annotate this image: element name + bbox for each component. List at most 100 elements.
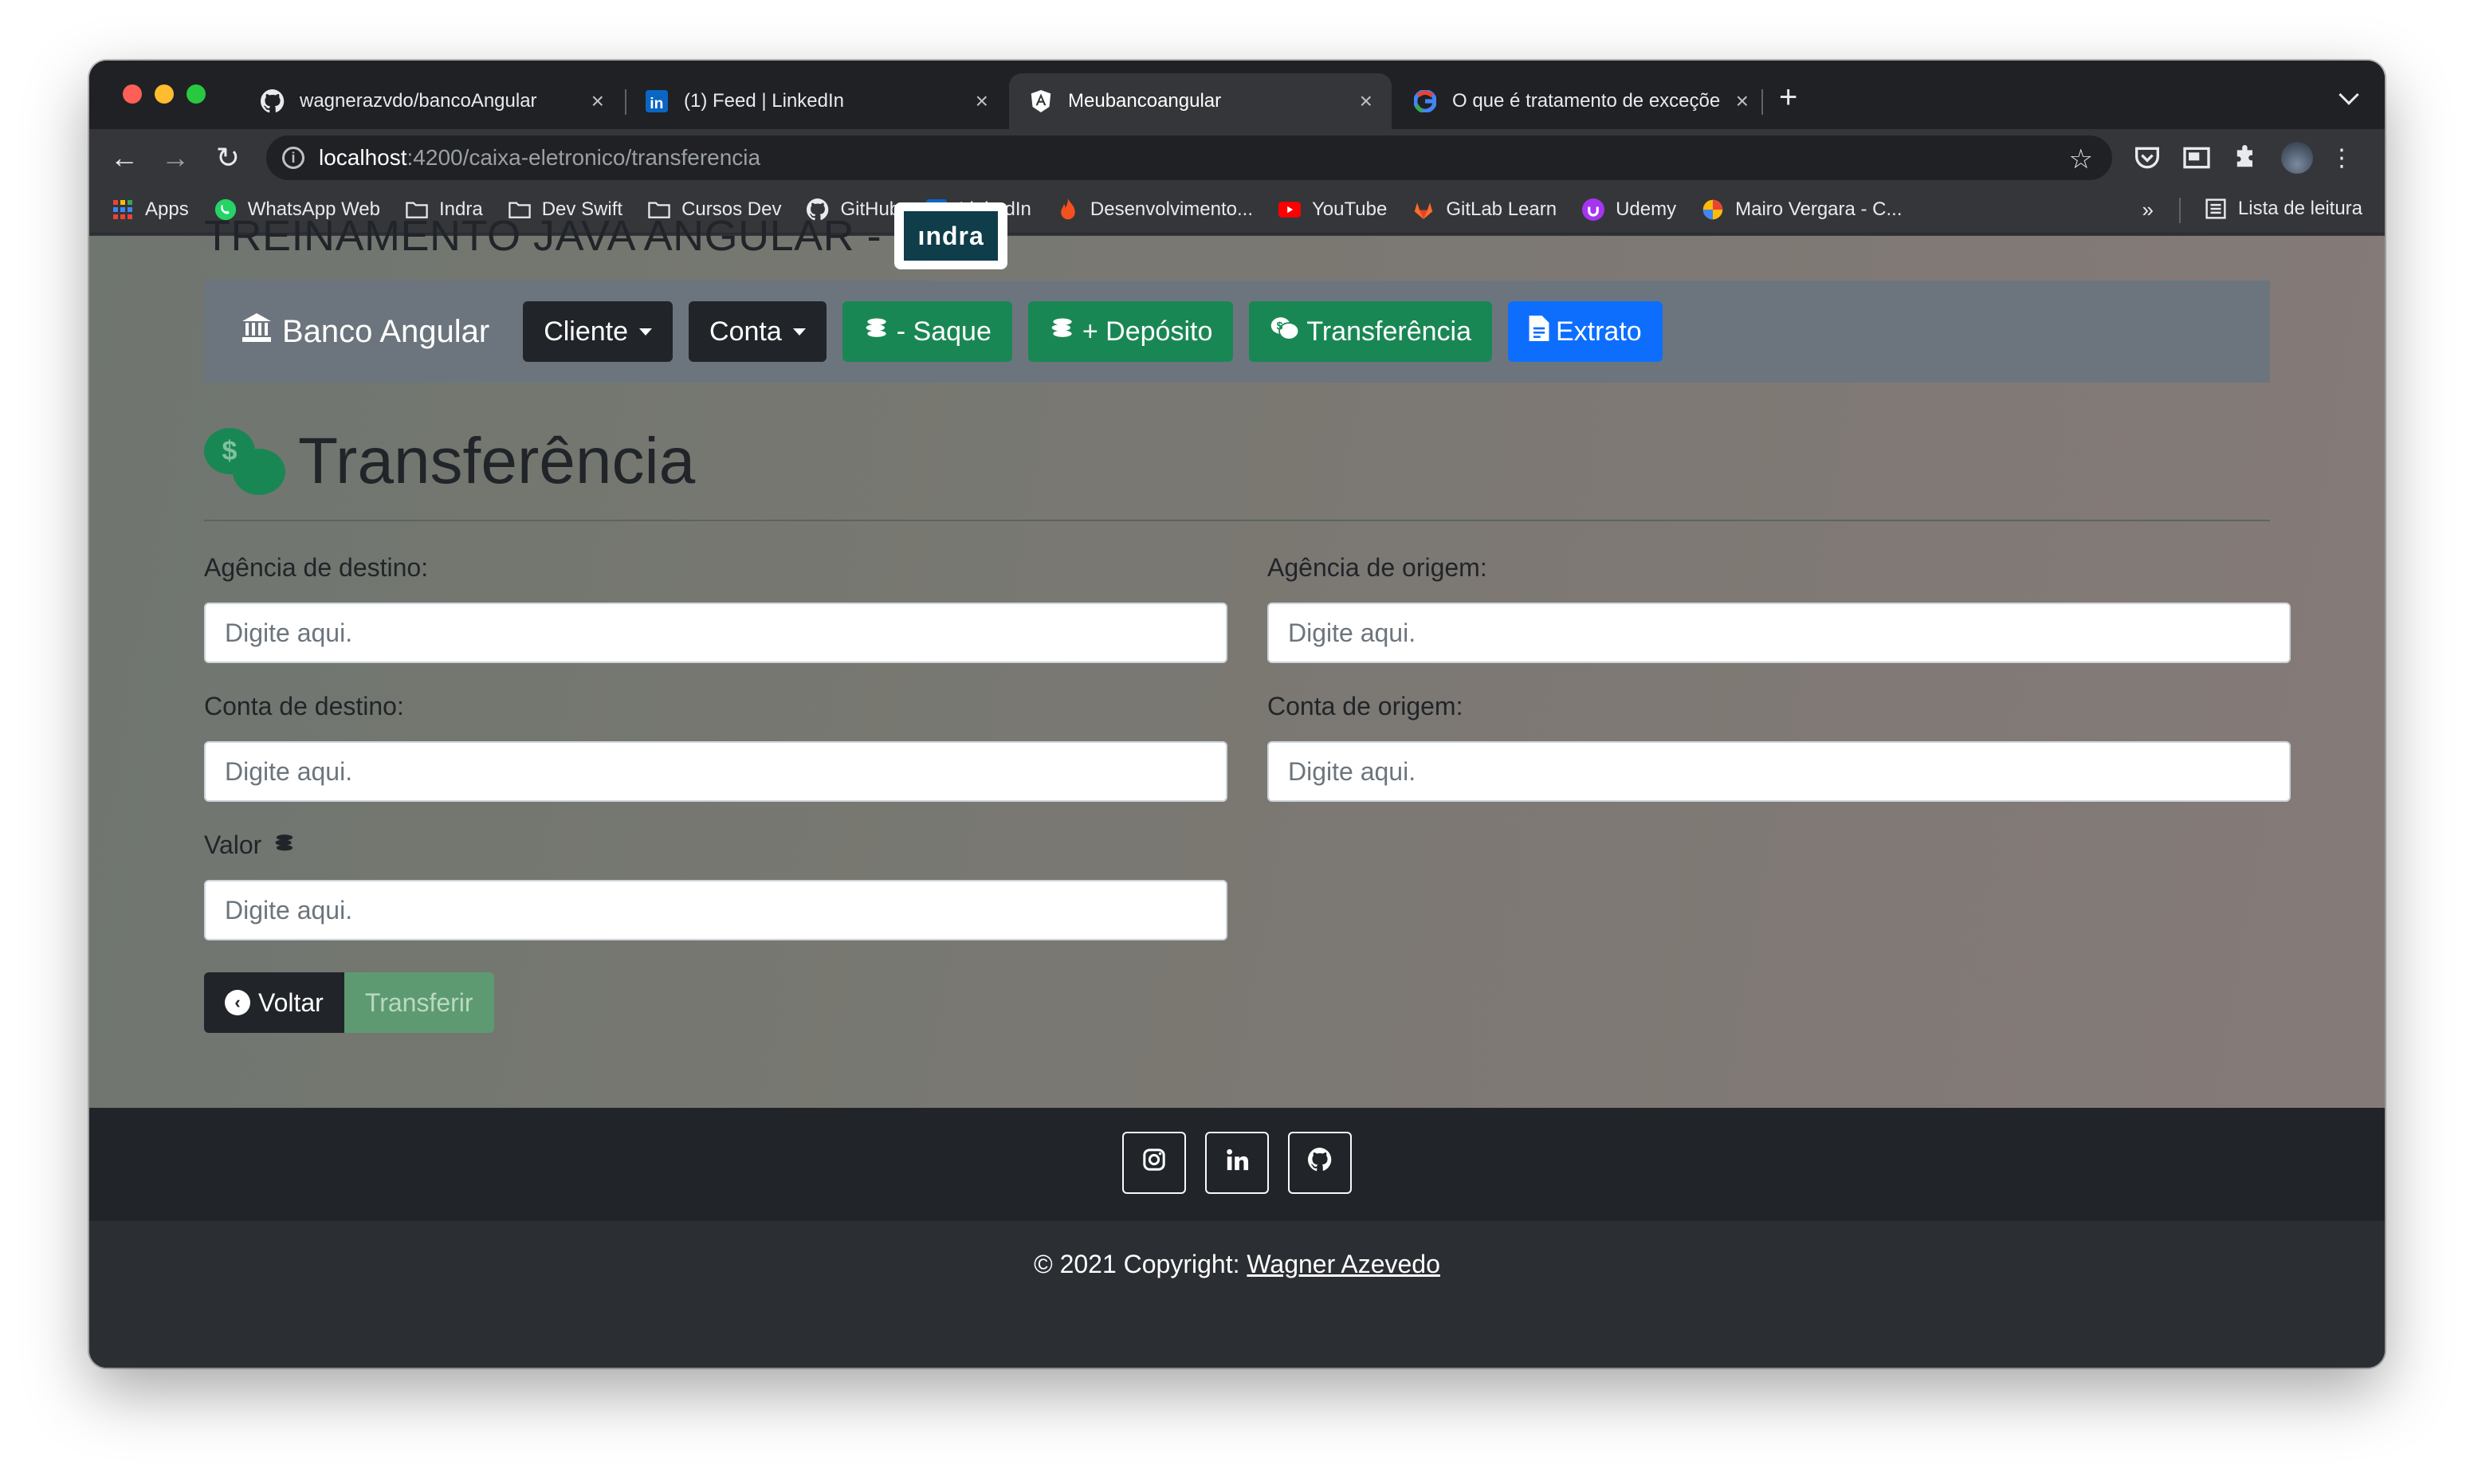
agencia-destino-group: Agência de destino:: [204, 553, 1227, 663]
bookmark-youtube[interactable]: YouTube: [1278, 198, 1387, 221]
close-window-button[interactable]: [123, 84, 142, 104]
close-icon[interactable]: ×: [1736, 88, 1749, 114]
cliente-dropdown-button[interactable]: Cliente: [523, 301, 673, 362]
github-icon: [1307, 1148, 1332, 1178]
reading-list-button[interactable]: Lista de leitura: [2205, 198, 2362, 220]
voltar-button[interactable]: ‹ Voltar: [204, 972, 344, 1033]
back-arrow-icon[interactable]: ←: [107, 140, 142, 175]
udemy-icon: [1582, 198, 1605, 221]
info-icon[interactable]: i: [282, 147, 304, 169]
agencia-destino-input[interactable]: [204, 603, 1227, 663]
conta-dropdown-button[interactable]: Conta: [689, 301, 827, 362]
new-tab-button[interactable]: +: [1779, 80, 1797, 116]
conta-destino-input[interactable]: [204, 741, 1227, 802]
conta-origem-group: Conta de origem:: [1267, 692, 2291, 802]
page-content: TREINAMENTO JAVA ANGULAR - ındra Banco A…: [89, 202, 2385, 1368]
bookmarks-overflow-button[interactable]: »: [2142, 198, 2154, 222]
valor-input[interactable]: [204, 880, 1227, 940]
transferir-button[interactable]: Transferir: [344, 972, 494, 1033]
saque-button[interactable]: - Saque: [842, 301, 1012, 362]
colorful-circle-icon: [1702, 198, 1724, 221]
bookmark-label: Mairo Vergara - C...: [1735, 198, 1903, 220]
conta-label: Conta: [709, 316, 782, 347]
navbar-brand[interactable]: Banco Angular: [241, 312, 489, 351]
conta-destino-group: Conta de destino:: [204, 692, 1227, 802]
bookmark-label: Udemy: [1616, 198, 1677, 220]
apps-grid-icon: [112, 198, 134, 221]
profile-avatar[interactable]: [2281, 142, 2313, 174]
forward-arrow-icon[interactable]: →: [158, 140, 193, 175]
close-icon[interactable]: ×: [591, 88, 604, 114]
pocket-icon[interactable]: [2131, 142, 2163, 174]
linkedin-button[interactable]: [1205, 1132, 1269, 1194]
bookmark-star-icon[interactable]: ☆: [2069, 143, 2093, 175]
bookmark-mairo-vergara[interactable]: Mairo Vergara - C...: [1702, 198, 1903, 221]
tab-strip: wagnerazvdo/bancoAngular × in (1) Feed |…: [89, 61, 2385, 129]
zoom-window-button[interactable]: [187, 84, 206, 104]
caret-down-icon: [792, 328, 806, 336]
bank-icon: [241, 312, 273, 351]
browser-toolbar: ← → ↻ i localhost:4200/caixa-eletronico/…: [89, 129, 2385, 186]
saque-label: - Saque: [896, 316, 992, 347]
url-host: localhost: [319, 145, 407, 170]
form-title-text: Transferência: [298, 425, 696, 497]
kebab-menu-icon[interactable]: ⋮: [2326, 142, 2358, 174]
bookmark-udemy[interactable]: Udemy: [1582, 198, 1676, 221]
reader-mode-icon[interactable]: [2181, 142, 2213, 174]
tab-title: O que é tratamento de exceçõe: [1452, 90, 1721, 112]
navbar-brand-label: Banco Angular: [282, 313, 490, 349]
youtube-icon: [1278, 198, 1301, 221]
caret-down-icon: [639, 328, 653, 336]
tab-search-chevron-icon[interactable]: [2339, 84, 2359, 105]
indra-logo: ındra: [894, 202, 1008, 269]
bookmark-desenvolvimento[interactable]: Desenvolvimento...: [1057, 198, 1253, 221]
google-icon: [1412, 88, 1438, 114]
tab-google[interactable]: O que é tratamento de exceçõe ×: [1393, 73, 1768, 129]
transferir-label: Transferir: [364, 987, 473, 1017]
close-icon[interactable]: ×: [976, 88, 988, 114]
instagram-button[interactable]: [1122, 1132, 1186, 1194]
voltar-label: Voltar: [258, 987, 324, 1017]
extensions-puzzle-icon[interactable]: [2230, 142, 2262, 174]
author-link[interactable]: Wagner Azevedo: [1247, 1250, 1440, 1278]
url-text[interactable]: localhost:4200/caixa-eletronico/transfer…: [319, 145, 760, 171]
title-divider: [204, 520, 2270, 521]
browser-window: wagnerazvdo/bancoAngular × in (1) Feed |…: [89, 61, 2385, 1368]
page-title: TREINAMENTO JAVA ANGULAR -: [204, 212, 882, 260]
file-invoice-icon: [1529, 316, 1549, 347]
cliente-label: Cliente: [544, 316, 629, 347]
chevron-circle-left-icon: ‹: [225, 990, 250, 1015]
github-button[interactable]: [1288, 1132, 1352, 1194]
deposito-button[interactable]: + Depósito: [1027, 301, 1234, 362]
bookmark-gitlab[interactable]: GitLab Learn: [1412, 198, 1557, 221]
tab-meubancoangular[interactable]: Meubancoangular ×: [1009, 73, 1392, 129]
gitlab-icon: [1412, 198, 1435, 221]
flame-icon: [1057, 198, 1079, 221]
instagram-icon: [1142, 1148, 1166, 1178]
address-bar[interactable]: i localhost:4200/caixa-eletronico/transf…: [266, 135, 2112, 180]
navbar: Banco Angular Cliente Conta - Saque + De…: [204, 281, 2270, 383]
bookmark-apps[interactable]: Apps: [112, 198, 189, 221]
deposito-label: + Depósito: [1082, 316, 1213, 347]
tab-separator: [1761, 89, 1763, 115]
agencia-origem-input[interactable]: [1267, 603, 2291, 663]
extrato-label: Extrato: [1555, 316, 1642, 347]
reading-list-label: Lista de leitura: [2237, 198, 2362, 219]
valor-group: Valor: [204, 830, 1227, 940]
speech-bubble: [233, 449, 285, 495]
reload-icon[interactable]: ↻: [210, 140, 245, 175]
page-header: TREINAMENTO JAVA ANGULAR - ındra: [204, 202, 1008, 269]
tab-github[interactable]: wagnerazvdo/bancoAngular ×: [241, 73, 623, 129]
transferencia-button[interactable]: $ Transferência: [1249, 301, 1492, 362]
github-icon: [260, 88, 285, 114]
tab-linkedin[interactable]: in (1) Feed | LinkedIn ×: [625, 73, 1007, 129]
agencia-origem-label: Agência de origem:: [1267, 553, 1487, 582]
minimize-window-button[interactable]: [155, 84, 174, 104]
conta-origem-input[interactable]: [1267, 741, 2291, 802]
footer: © 2021 Copyright: Wagner Azevedo: [89, 1108, 2385, 1368]
copyright-bar: © 2021 Copyright: Wagner Azevedo: [89, 1221, 2385, 1368]
reading-list-icon: [2205, 198, 2227, 220]
close-icon[interactable]: ×: [1360, 88, 1372, 114]
extrato-button[interactable]: Extrato: [1507, 301, 1663, 362]
copyright: © 2021 Copyright: Wagner Azevedo: [89, 1250, 2385, 1279]
